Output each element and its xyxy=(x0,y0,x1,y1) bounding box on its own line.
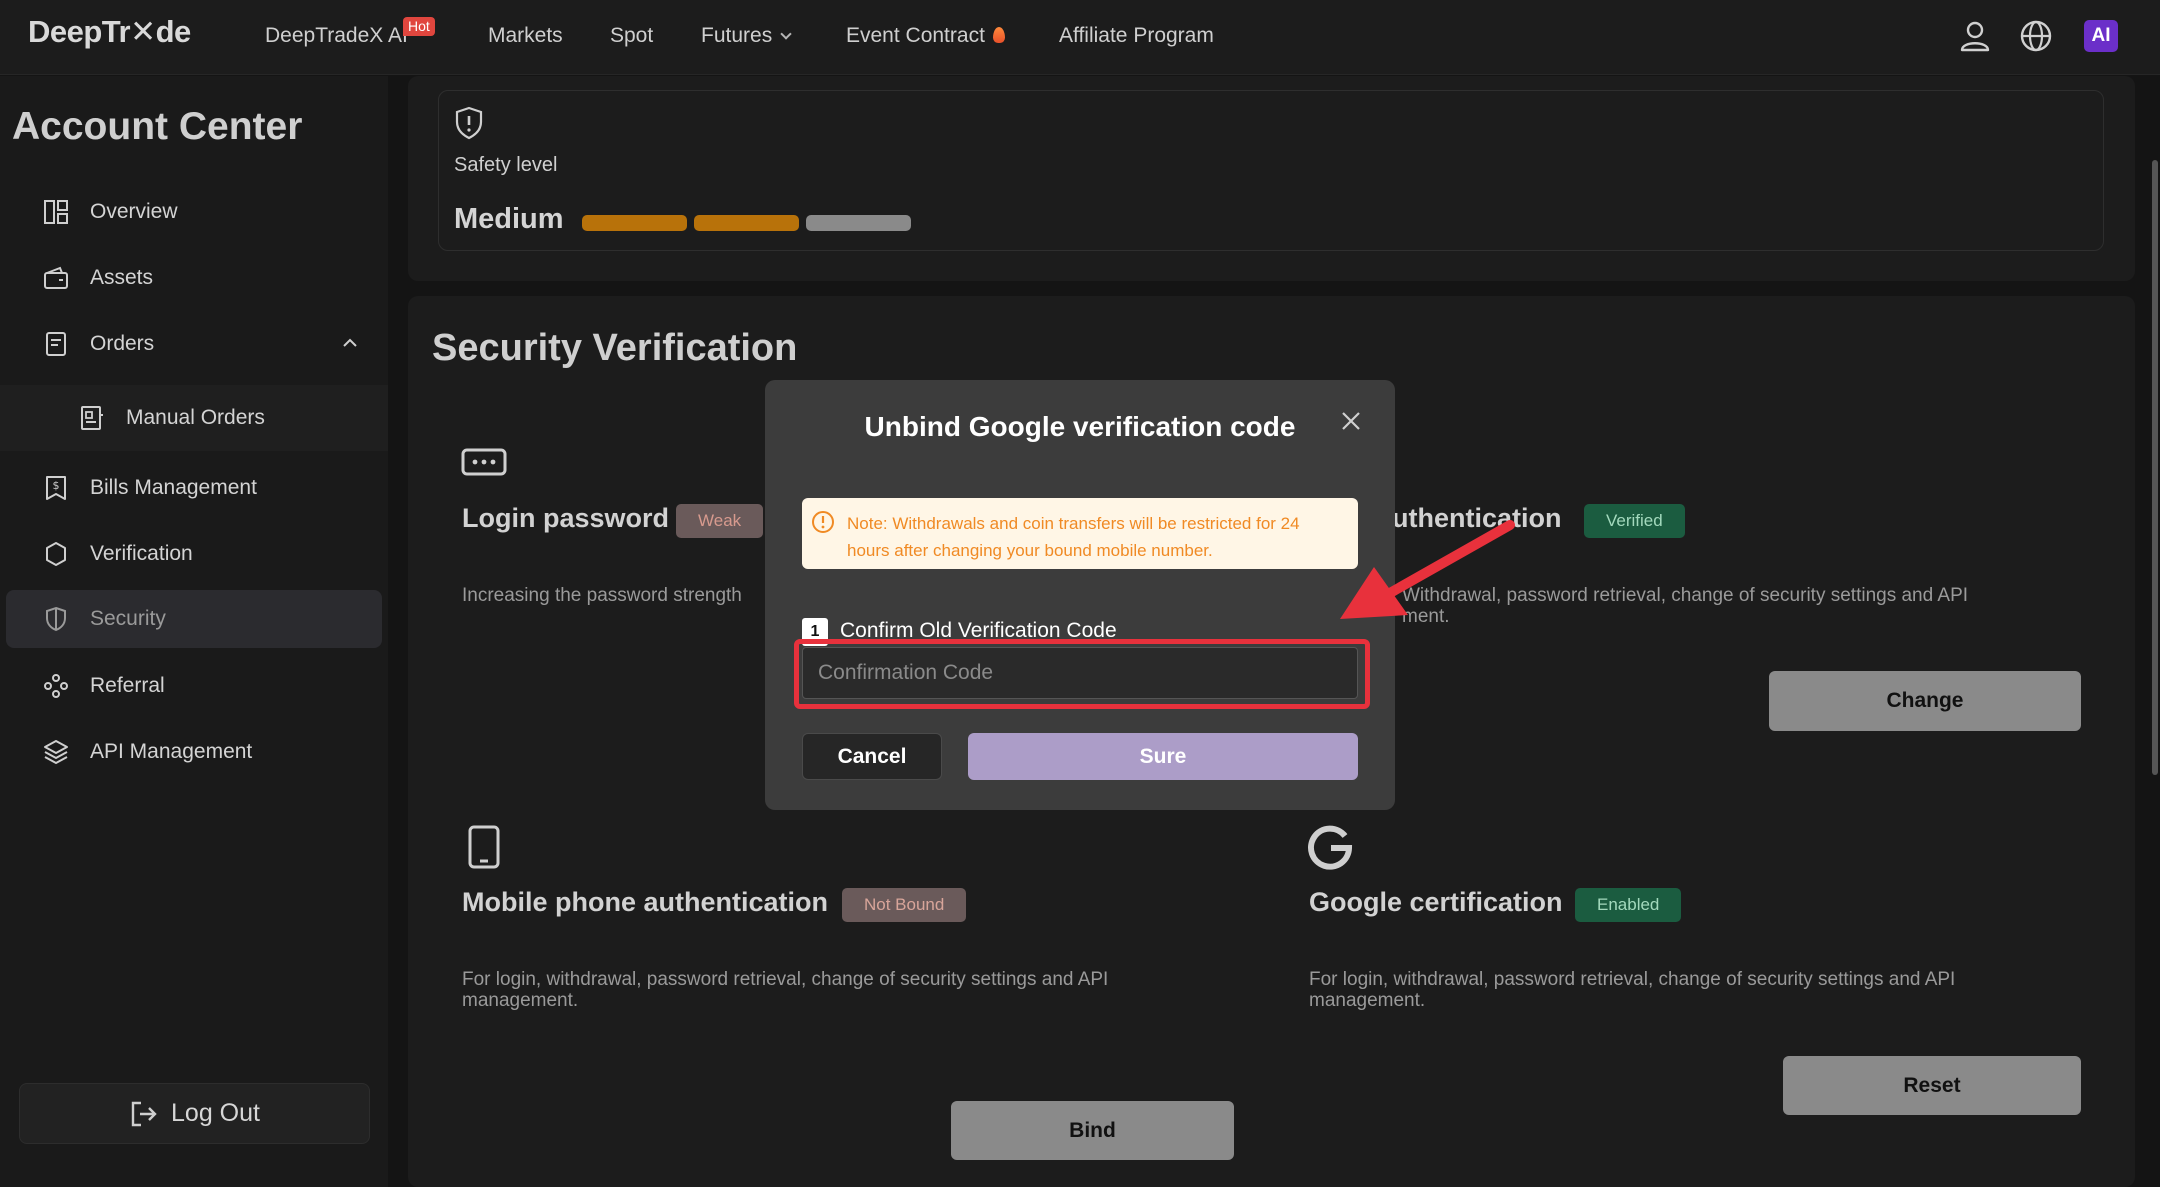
safety-bar-segment xyxy=(694,215,799,231)
mobile-authentication-description: For login, withdrawal, password retrieva… xyxy=(462,969,1108,1011)
unbind-google-modal: Unbind Google verification code Note: Wi… xyxy=(765,380,1395,810)
nav-markets[interactable]: Markets xyxy=(488,24,563,48)
verification-icon xyxy=(42,540,70,568)
sidebar-item-label: Referral xyxy=(90,674,165,697)
sidebar-item-assets[interactable]: Assets xyxy=(6,249,382,307)
sidebar-item-referral[interactable]: Referral xyxy=(6,657,382,715)
logout-icon xyxy=(131,1101,157,1126)
chevron-up-icon xyxy=(343,338,357,347)
nav-futures-label: Futures xyxy=(701,24,773,47)
login-password-description: Increasing the password strength xyxy=(462,585,742,606)
highlight-box xyxy=(794,639,1370,709)
google-certification-title: Google certification xyxy=(1309,887,1563,917)
referral-icon xyxy=(42,672,70,700)
top-navigation: DeepTr✕de DeepTradeX AI Hot Markets Spot… xyxy=(0,0,2160,75)
account-center-title: Account Center xyxy=(12,105,303,148)
logo[interactable]: DeepTr✕de xyxy=(28,14,191,50)
flame-icon xyxy=(992,27,1005,43)
sidebar-item-label: Manual Orders xyxy=(126,406,265,429)
status-badge-weak: Weak xyxy=(676,504,764,538)
nav-event-contract-label: Event Contract xyxy=(846,24,985,47)
description-line: management. xyxy=(462,990,579,1011)
annotation-arrow xyxy=(1340,520,1515,619)
sidebar-item-label: Bills Management xyxy=(90,476,257,499)
note-line: hours after changing your bound mobile n… xyxy=(847,541,1213,560)
sidebar-item-verification[interactable]: Verification xyxy=(6,525,382,583)
sidebar-item-label: API Management xyxy=(90,740,253,763)
globe-icon[interactable] xyxy=(2018,18,2054,54)
nav-spot[interactable]: Spot xyxy=(610,24,653,48)
sidebar-item-bills-management[interactable]: $ Bills Management xyxy=(6,459,382,517)
nav-event-contract[interactable]: Event Contract xyxy=(846,24,1005,48)
warning-note: Note: Withdrawals and coin transfers wil… xyxy=(802,498,1358,569)
bill-icon: $ xyxy=(42,474,70,502)
logout-button[interactable]: Log Out xyxy=(19,1083,370,1144)
sidebar-item-overview[interactable]: Overview xyxy=(6,183,382,241)
description-line: For login, withdrawal, password retrieva… xyxy=(1309,969,1956,990)
dashboard-icon xyxy=(42,198,70,226)
hot-badge: Hot xyxy=(403,17,435,36)
sidebar-item-label: Security xyxy=(90,607,166,630)
document-icon xyxy=(78,404,106,432)
description-line: For login, withdrawal, password retrieva… xyxy=(462,969,1109,990)
layers-icon xyxy=(42,738,70,766)
logo-text: DeepTr✕de xyxy=(28,14,191,49)
status-badge-enabled: Enabled xyxy=(1575,888,1682,922)
scrollbar[interactable] xyxy=(2152,160,2158,775)
sidebar-item-label: Verification xyxy=(90,542,193,565)
status-badge-verified: Verified xyxy=(1584,504,1685,538)
change-button[interactable]: Change xyxy=(1769,671,2081,731)
nav-futures[interactable]: Futures xyxy=(701,24,792,48)
wallet-icon xyxy=(42,264,70,292)
sidebar-item-label: Orders xyxy=(90,332,155,355)
ai-assistant-button[interactable]: AI xyxy=(2084,20,2118,52)
safety-level-value: Medium xyxy=(454,203,564,235)
nav-deeptradex-ai-label: DeepTradeX AI xyxy=(265,24,408,47)
modal-title: Unbind Google verification code xyxy=(864,411,1296,442)
nav-deeptradex-ai[interactable]: DeepTradeX AI xyxy=(265,24,408,48)
sidebar-item-security[interactable]: Security xyxy=(6,590,382,648)
mobile-authentication-title: Mobile phone authentication xyxy=(462,887,828,917)
status-badge-not-bound: Not Bound xyxy=(842,888,967,922)
sidebar-item-manual-orders[interactable]: Manual Orders xyxy=(6,389,382,447)
login-password-title: Login password xyxy=(462,503,670,533)
google-icon xyxy=(1308,825,1353,870)
warning-icon xyxy=(812,511,834,533)
safety-level-box: Safety level Medium xyxy=(438,90,2104,251)
description-line: management. xyxy=(1309,990,1426,1011)
close-icon[interactable] xyxy=(1338,408,1364,434)
chevron-down-icon xyxy=(780,28,792,40)
safety-bar-segment xyxy=(806,215,911,231)
safety-level-label: Safety level xyxy=(454,154,558,176)
reset-button[interactable]: Reset xyxy=(1783,1056,2081,1115)
sure-button[interactable]: Sure xyxy=(968,733,1358,780)
sidebar-item-label: Overview xyxy=(90,200,178,223)
shield-icon xyxy=(42,605,70,633)
user-icon[interactable] xyxy=(1957,18,1993,54)
note-line: Note: Withdrawals and coin transfers wil… xyxy=(847,514,1300,533)
cancel-button[interactable]: Cancel xyxy=(802,733,942,780)
safety-bar-segment xyxy=(582,215,687,231)
sidebar-item-orders[interactable]: Orders xyxy=(6,315,382,373)
orders-icon xyxy=(42,330,70,358)
section-title: Security Verification xyxy=(432,327,798,369)
logout-label: Log Out xyxy=(171,1099,260,1127)
svg-text:$: $ xyxy=(53,479,60,492)
shield-alert-icon xyxy=(455,106,483,140)
mobile-phone-icon xyxy=(468,825,500,869)
google-certification-description: For login, withdrawal, password retrieva… xyxy=(1309,969,1955,1011)
sidebar-item-label: Assets xyxy=(90,266,154,289)
password-icon xyxy=(461,448,507,476)
warning-note-text: Note: Withdrawals and coin transfers wil… xyxy=(847,510,1347,564)
bind-button[interactable]: Bind xyxy=(951,1101,1234,1160)
sidebar-item-api-management[interactable]: API Management xyxy=(6,723,382,781)
nav-affiliate-program[interactable]: Affiliate Program xyxy=(1059,24,1214,48)
